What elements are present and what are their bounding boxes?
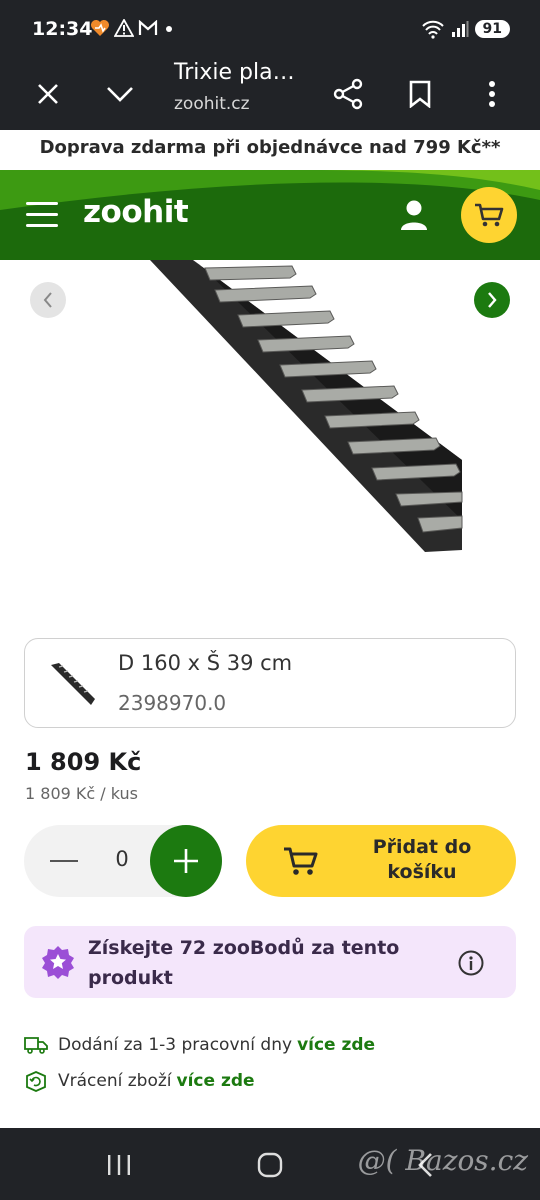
cart-icon <box>475 203 504 227</box>
page-url: zoohit.cz <box>174 94 250 114</box>
free-shipping-banner: Doprava zdarma při objednávce nad 799 Kč… <box>0 130 540 170</box>
status-bar: 12:34 91 <box>0 0 540 60</box>
gmail-icon <box>138 20 158 35</box>
more-menu-button[interactable] <box>470 72 514 116</box>
chevron-down-icon <box>107 87 133 102</box>
more-vert-icon <box>489 81 495 107</box>
bookmark-icon <box>409 80 431 108</box>
header-swoosh <box>0 170 540 260</box>
home-icon <box>257 1152 283 1178</box>
return-more-link[interactable]: více zde <box>177 1071 255 1091</box>
quantity-stepper: 0 <box>24 825 222 897</box>
plus-icon <box>174 849 198 873</box>
menu-icon <box>26 202 58 205</box>
cart-button[interactable] <box>461 187 517 243</box>
quantity-increase-button[interactable] <box>150 825 222 897</box>
gallery-prev-button[interactable] <box>30 282 66 318</box>
close-tab-button[interactable] <box>26 72 70 116</box>
delivery-more-link[interactable]: více zde <box>297 1035 375 1055</box>
product-image <box>150 260 463 552</box>
product-gallery[interactable] <box>0 260 540 630</box>
delivery-info: Dodání za 1-3 pracovní dny více zde <box>24 1034 375 1056</box>
page-title: Trixie pla… <box>174 60 295 85</box>
watermark: @( Bazos.cz <box>357 1144 528 1177</box>
gallery-next-button[interactable] <box>474 282 510 318</box>
return-box-icon <box>24 1070 50 1092</box>
info-icon[interactable] <box>458 950 484 976</box>
user-icon <box>401 200 427 230</box>
price: 1 809 Kč <box>25 748 142 776</box>
variant-code: 2398970.0 <box>118 691 227 715</box>
return-info: Vrácení zboží více zde <box>24 1070 255 1092</box>
add-to-cart-button[interactable]: Přidat do košíku <box>246 825 516 897</box>
variant-selector[interactable]: D 160 x Š 39 cm 2398970.0 <box>24 638 516 728</box>
star-badge-icon <box>42 946 74 979</box>
account-button[interactable] <box>398 198 430 232</box>
return-text: Vrácení zboží <box>58 1071 172 1091</box>
quantity-decrease-button[interactable] <box>44 847 84 875</box>
system-navigation-bar: @( Bazos.cz <box>0 1128 540 1200</box>
quantity-value[interactable]: 0 <box>106 847 138 871</box>
signal-icon <box>451 21 469 37</box>
menu-button[interactable] <box>26 202 58 228</box>
battery-level: 91 <box>474 20 510 38</box>
truck-icon <box>24 1034 50 1056</box>
unit-price: 1 809 Kč / kus <box>25 784 138 803</box>
loyalty-points-banner: Získejte 72 zooBodů za tento produkt <box>24 926 516 998</box>
site-header: zoohit <box>0 170 540 260</box>
variant-thumbnail <box>51 663 95 705</box>
add-to-cart-label: Přidat do košíku <box>372 836 472 883</box>
dot-icon <box>166 26 172 32</box>
browser-toolbar: Trixie pla… zoohit.cz <box>0 60 540 130</box>
bookmark-button[interactable] <box>398 72 442 116</box>
share-icon <box>333 78 363 110</box>
cart-icon <box>284 847 318 875</box>
home-button[interactable] <box>254 1150 286 1180</box>
variant-size: D 160 x Š 39 cm <box>118 651 293 675</box>
system-icons: 91 <box>421 19 510 39</box>
minus-icon <box>50 860 78 862</box>
collapse-button[interactable] <box>98 72 142 116</box>
close-icon <box>38 84 58 104</box>
chevron-right-icon <box>488 292 497 308</box>
notification-icons <box>90 19 176 37</box>
chevron-left-icon <box>43 292 52 308</box>
warning-icon <box>114 19 134 37</box>
points-text: Získejte 72 zooBodů za tento produkt <box>88 937 400 989</box>
recent-apps-icon <box>108 1155 130 1175</box>
status-time: 12:34 <box>32 18 93 40</box>
delivery-text: Dodání za 1-3 pracovní dny <box>58 1035 293 1055</box>
zoohit-logo[interactable]: zoohit <box>83 194 189 230</box>
wifi-icon <box>421 20 444 39</box>
share-button[interactable] <box>326 72 370 116</box>
heart-app-icon <box>91 20 109 36</box>
recent-apps-button[interactable] <box>104 1150 134 1180</box>
